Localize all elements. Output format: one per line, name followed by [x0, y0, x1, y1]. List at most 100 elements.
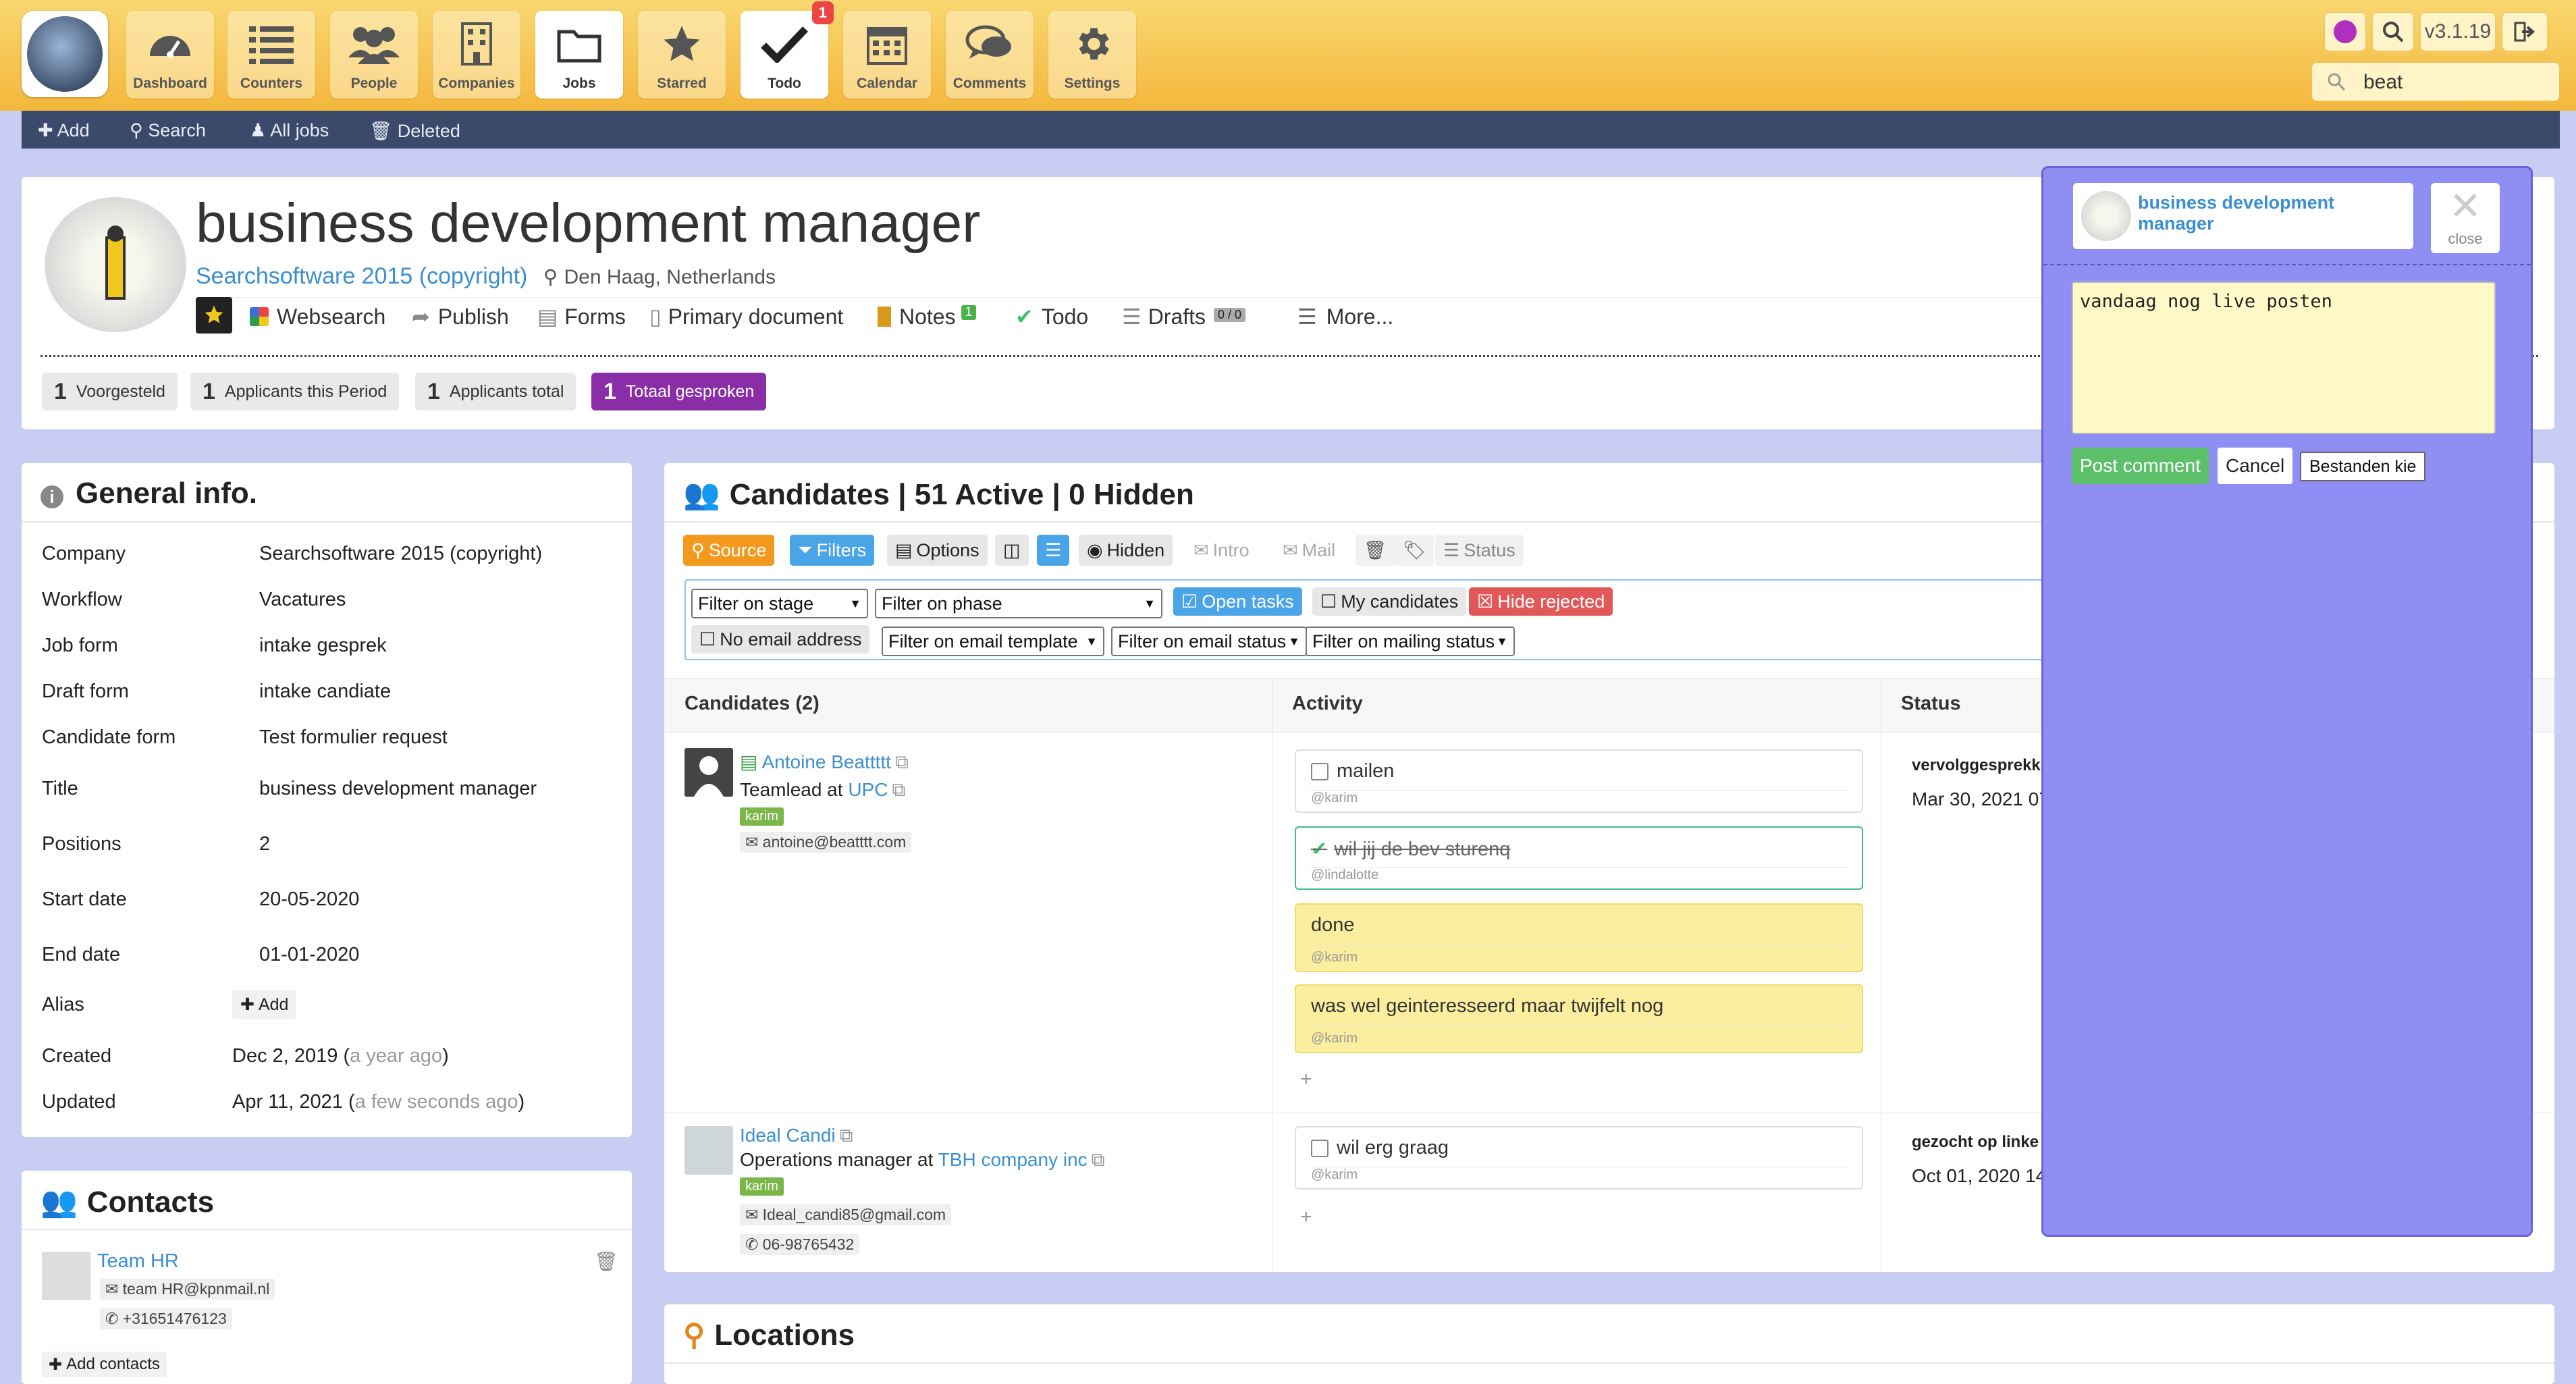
external-link-icon[interactable]: ⧉: [895, 751, 909, 772]
app-logo[interactable]: [22, 11, 108, 97]
info-label: Company: [42, 543, 126, 564]
tab-drafts[interactable]: ☰ Drafts 0 / 0: [1122, 297, 1246, 336]
my-candidates-label: My candidates: [1341, 591, 1459, 612]
delete-button[interactable]: 🗑: [1356, 535, 1395, 566]
nav-comments[interactable]: Comments: [946, 11, 1034, 99]
tab-forms[interactable]: ▤ Forms: [537, 297, 626, 336]
nav-jobs[interactable]: Jobs: [535, 11, 623, 99]
tab-todo[interactable]: ✔ Todo: [1015, 297, 1088, 336]
hidden-button[interactable]: ◉ Hidden: [1079, 535, 1173, 566]
subnav-all-jobs[interactable]: ♟ All jobs: [250, 120, 329, 141]
candidate-tag[interactable]: karim: [740, 1177, 784, 1196]
candidate-company[interactable]: UPC: [848, 779, 888, 800]
add-contacts-label: Add contacts: [66, 1355, 160, 1373]
intro-button[interactable]: ✉ Intro: [1185, 535, 1258, 566]
checkbox[interactable]: [1311, 1140, 1329, 1158]
column-candidates[interactable]: Candidates (2): [685, 693, 820, 715]
info-label: Start date: [42, 888, 127, 910]
external-link-icon[interactable]: ⧉: [892, 779, 905, 800]
choose-files-button[interactable]: Bestanden kie: [2300, 452, 2425, 481]
activity-item[interactable]: ✔ wil jij de bev sturenq @lindalotte: [1295, 826, 1863, 890]
stat-applicants-total[interactable]: 1 Applicants total: [415, 373, 576, 410]
nav-calendar[interactable]: Calendar: [843, 11, 931, 99]
subnav-search[interactable]: ⚲ Search: [130, 120, 206, 141]
mailing-status-select[interactable]: Filter on mailing status ▼: [1306, 627, 1515, 656]
nav-label: Settings: [1064, 76, 1121, 91]
version-button[interactable]: v3.1.19: [2420, 12, 2496, 51]
phase-select[interactable]: Filter on phase ▼: [875, 589, 1162, 618]
open-tasks-toggle[interactable]: ☑ Open tasks: [1173, 587, 1302, 616]
grid-view-button[interactable]: ◫: [995, 535, 1029, 566]
tab-notes[interactable]: Notes 1: [878, 297, 977, 336]
location-pin-icon: ⚲: [683, 1319, 705, 1352]
column-activity[interactable]: Activity: [1292, 693, 1363, 715]
add-activity-button[interactable]: +: [1300, 1206, 1312, 1229]
candidate-avatar[interactable]: [685, 1126, 733, 1175]
comment-textarea[interactable]: vandaag nog live posten: [2072, 282, 2496, 434]
check-icon[interactable]: ✔: [1311, 839, 1327, 860]
candidate-company[interactable]: TBH company inc: [938, 1149, 1088, 1170]
popup-close-button[interactable]: ✕ close: [2431, 183, 2500, 253]
accessibility-button[interactable]: [2324, 12, 2366, 51]
stat-totaal-gesproken[interactable]: 1 Totaal gesproken: [591, 373, 767, 410]
activity-item[interactable]: wil erg graag @karim: [1295, 1126, 1863, 1190]
nav-counters[interactable]: Counters: [227, 11, 315, 99]
activity-item[interactable]: mailen @karim: [1295, 749, 1863, 813]
nav-starred[interactable]: Starred: [638, 11, 726, 99]
star-toggle[interactable]: [196, 297, 232, 334]
add-activity-button[interactable]: +: [1300, 1068, 1312, 1091]
cancel-button[interactable]: Cancel: [2218, 448, 2293, 484]
activity-item[interactable]: done @karim: [1295, 903, 1863, 972]
company-link[interactable]: Searchsoftware 2015 (copyright): [196, 263, 527, 289]
subnav-add[interactable]: ✚ Add: [38, 120, 90, 141]
tags-button[interactable]: 🏷: [1395, 535, 1434, 566]
nav-dashboard[interactable]: Dashboard: [126, 11, 214, 99]
search-input[interactable]: beat: [2311, 62, 2560, 101]
envelope-icon: ✉: [1283, 539, 1298, 560]
candidate-avatar[interactable]: [685, 748, 733, 797]
info-value: 2: [259, 833, 271, 855]
email-template-select[interactable]: Filter on email template ▼: [882, 627, 1104, 656]
no-email-toggle[interactable]: ☐ No email address: [691, 625, 870, 654]
add-contacts-button[interactable]: ✚ Add contacts: [42, 1352, 167, 1377]
search-button[interactable]: [2372, 12, 2414, 51]
list-view-button[interactable]: ☰: [1037, 535, 1070, 566]
drafts-count: 0 / 0: [1214, 307, 1246, 322]
source-button[interactable]: ⚲ Source: [683, 535, 775, 566]
status-button[interactable]: ☰ Status: [1435, 535, 1524, 566]
stat-applicants-period[interactable]: 1 Applicants this Period: [190, 373, 400, 410]
tab-more[interactable]: ☰ More...: [1297, 297, 1393, 336]
external-link-icon[interactable]: ⧉: [840, 1125, 853, 1146]
nav-settings[interactable]: Settings: [1048, 11, 1136, 99]
filters-button[interactable]: ⏷ Filters: [790, 535, 875, 566]
subnav-deleted[interactable]: 🗑 Deleted: [369, 120, 460, 142]
subnav-search-label: Search: [148, 120, 206, 140]
tab-publish[interactable]: ➦ Publish: [412, 297, 509, 336]
tab-websearch[interactable]: Websearch: [250, 297, 385, 336]
my-candidates-toggle[interactable]: ☐ My candidates: [1312, 587, 1467, 616]
column-status[interactable]: Status: [1901, 693, 1961, 715]
candidate-name[interactable]: Antoine Beattttt: [761, 751, 890, 772]
email-status-select[interactable]: Filter on email status ▼: [1111, 627, 1307, 656]
contact-name[interactable]: Team HR: [97, 1250, 179, 1273]
logout-button[interactable]: [2502, 12, 2548, 51]
post-comment-button[interactable]: Post comment: [2072, 448, 2209, 484]
popup-job-card[interactable]: business development manager: [2073, 183, 2413, 249]
activity-item[interactable]: was wel geinteresseerd maar twijfelt nog…: [1295, 984, 1863, 1053]
nav-todo[interactable]: 1 Todo: [741, 1, 834, 99]
hide-rejected-toggle[interactable]: ☒ Hide rejected: [1469, 587, 1613, 616]
stat-voorgesteld[interactable]: 1 Voorgesteld: [42, 373, 178, 410]
star-icon: [638, 20, 726, 68]
nav-people[interactable]: People: [330, 11, 418, 99]
tab-primary-document[interactable]: ▯ Primary document: [649, 297, 843, 336]
alias-add-button[interactable]: ✚ Add: [232, 990, 297, 1019]
candidate-tag[interactable]: karim: [740, 807, 784, 826]
mail-button[interactable]: ✉ Mail: [1274, 535, 1343, 566]
options-button[interactable]: ▤ Options: [887, 535, 988, 566]
nav-companies[interactable]: Companies: [433, 11, 520, 99]
delete-contact-icon[interactable]: 🗑: [594, 1250, 618, 1273]
external-link-icon[interactable]: ⧉: [1092, 1149, 1105, 1170]
stage-select[interactable]: Filter on stage ▼: [691, 589, 868, 618]
checkbox[interactable]: [1311, 763, 1329, 781]
candidate-name[interactable]: Ideal Candi: [740, 1125, 836, 1146]
